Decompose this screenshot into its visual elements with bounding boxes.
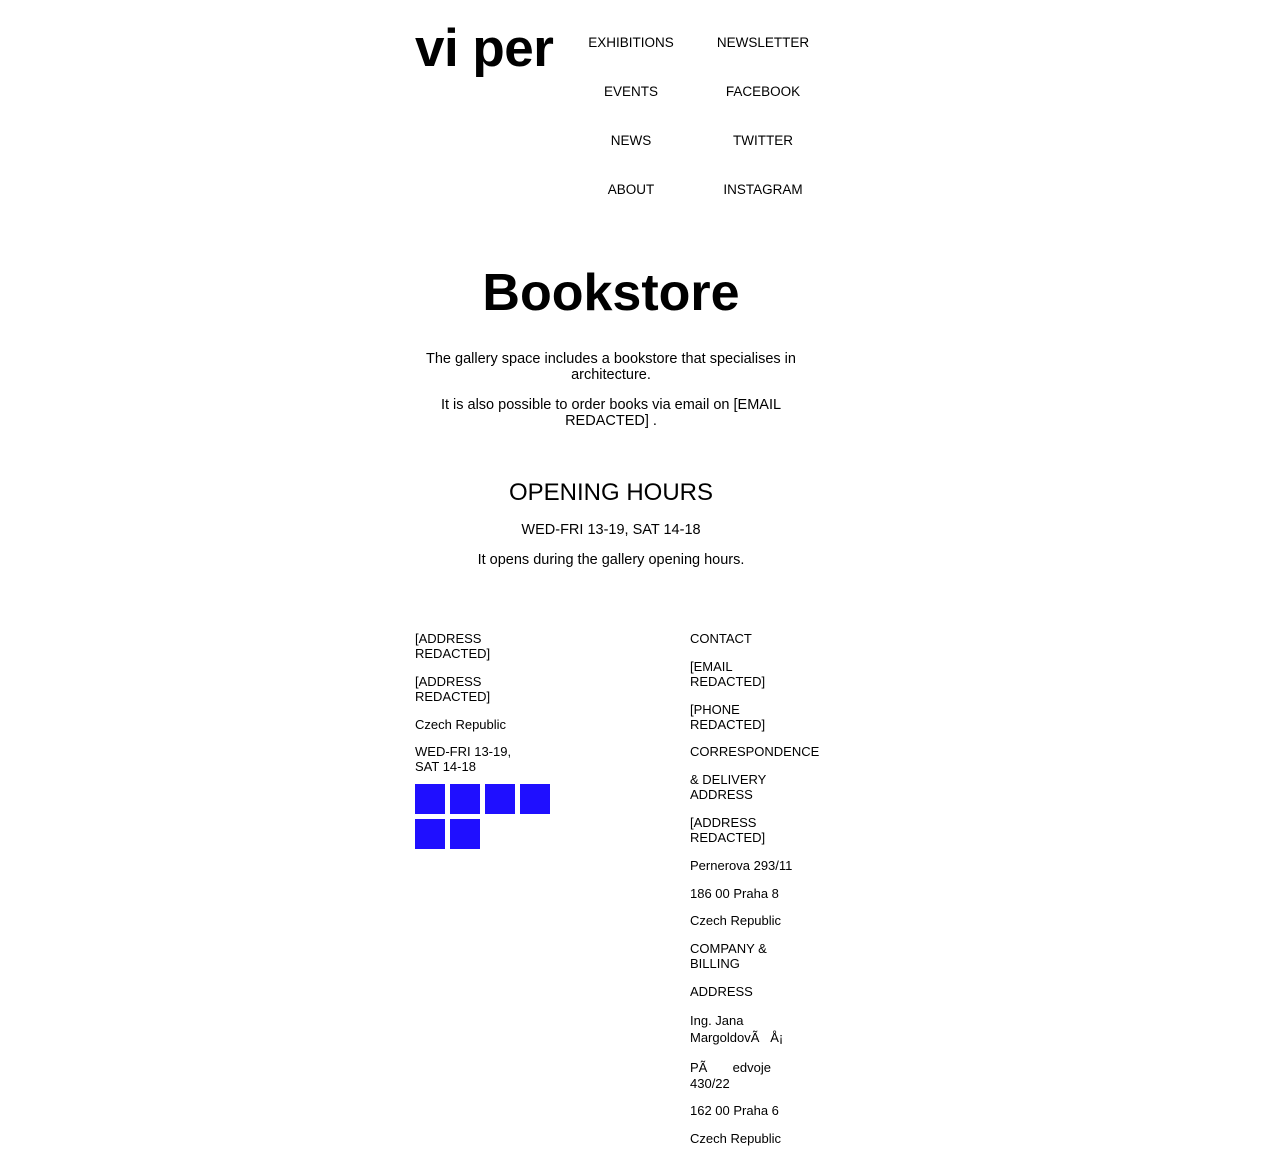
footer-billing-city: 162 00 Praha 6 [690,1103,779,1118]
social-link-icon[interactable] [415,784,445,814]
footer-delivery-heading: & DELIVERY ADDRESS [690,772,767,802]
opening-hours-time: WED-FRI 13-19, SAT 14-18 [521,522,701,538]
nav-events[interactable]: EVENTS [561,84,701,100]
footer-phone: [PHONE REDACTED] [690,702,766,732]
footer-delivery-address: [ADDRESS REDACTED] [690,815,766,845]
nav-news[interactable]: NEWS [561,133,701,149]
footer-delivery-country: Czech Republic [690,913,782,928]
bookstore-description: The gallery space includes a bookstore t… [426,351,796,383]
opening-hours-heading: OPENING HOURS [508,479,714,506]
order-info: It is also possible to order books via e… [440,397,782,429]
footer-correspondence-heading: CORRESPONDENCE [690,744,820,759]
opening-hours-note: It opens during the gallery opening hour… [477,552,745,568]
social-link-icon[interactable] [415,819,445,849]
nav-twitter[interactable]: TWITTER [693,133,833,149]
social-link-icon[interactable] [485,784,515,814]
footer-billing-country: Czech Republic [690,1131,782,1146]
footer-contact-heading: CONTACT [690,631,752,646]
nav-facebook[interactable]: FACEBOOK [693,84,833,100]
footer-billing-heading: COMPANY & BILLING [690,941,767,971]
nav-instagram[interactable]: INSTAGRAM [693,182,833,198]
footer-address-2: [ADDRESS REDACTED] [415,674,491,704]
footer-billing-heading-2: ADDRESS [690,984,753,999]
nav-about[interactable]: ABOUT [561,182,701,198]
nav-newsletter[interactable]: NEWSLETTER [693,35,833,51]
footer-address-1: [ADDRESS REDACTED] [415,631,491,661]
footer-billing-street: PÃ edvoje 430/22 [690,1060,775,1091]
footer-delivery-city: 186 00 Praha 8 [690,886,779,901]
page-title: Bookstore [482,264,740,322]
footer-email[interactable]: [EMAIL REDACTED] [690,659,790,689]
footer-hours: WED-FRI 13-19, SAT 14-18 [415,744,512,774]
site-logo[interactable]: vi per [415,18,554,80]
footer-delivery-street: Pernerova 293/11 [690,858,793,873]
social-link-icon[interactable] [520,784,550,814]
footer-billing-name: Ing. Jana MargoldovÃ Å¡ [690,1013,784,1045]
footer-country: Czech Republic [415,717,507,732]
social-link-icon[interactable] [450,819,480,849]
nav-exhibitions[interactable]: EXHIBITIONS [561,35,701,51]
social-link-icon[interactable] [450,784,480,814]
